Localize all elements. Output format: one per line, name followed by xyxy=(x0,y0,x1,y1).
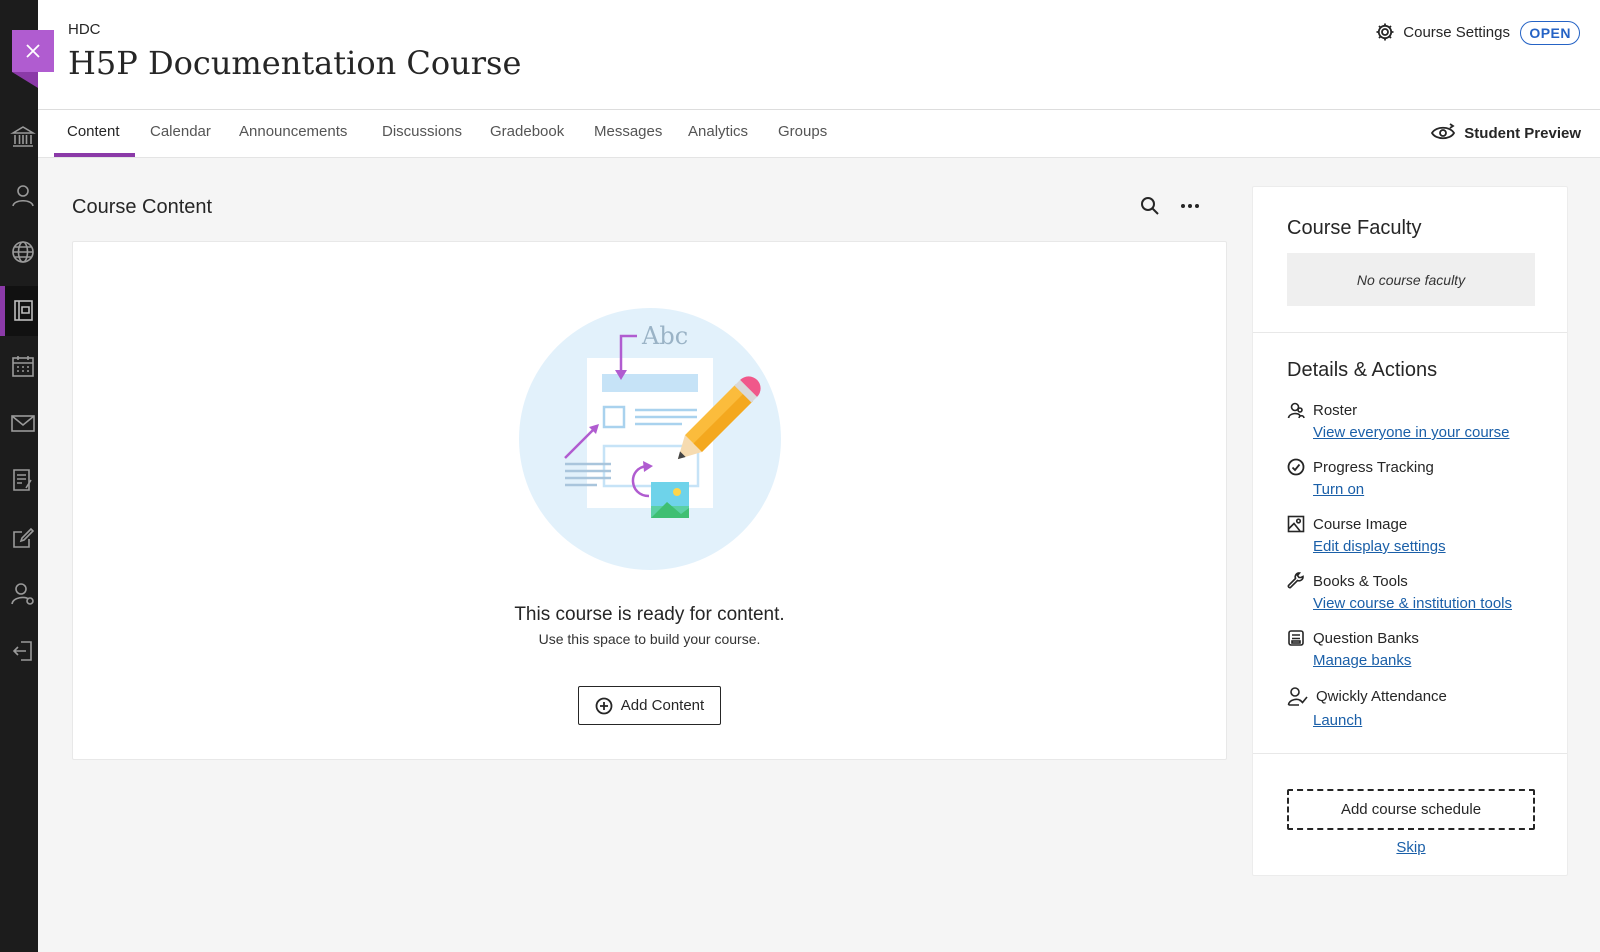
action-label: Progress Tracking xyxy=(1313,458,1434,476)
tab-content[interactable]: Content xyxy=(67,123,120,140)
empty-content-illustration: Abc xyxy=(519,308,781,570)
student-preview-button[interactable]: Student Preview xyxy=(1430,122,1581,144)
details-actions-heading: Details & Actions xyxy=(1287,359,1438,381)
illustration-text: Abc xyxy=(641,322,688,350)
rail-active-indicator xyxy=(0,286,5,336)
roster-icon xyxy=(1287,402,1305,419)
action-question-banks: Question Banks Manage banks xyxy=(1287,629,1557,669)
roster-link[interactable]: View everyone in your course xyxy=(1313,424,1557,441)
wrench-icon xyxy=(1287,572,1304,589)
action-books-tools: Books & Tools View course & institution … xyxy=(1287,572,1557,612)
action-label: Course Image xyxy=(1313,515,1408,533)
course-settings-label: Course Settings xyxy=(1403,23,1510,41)
progress-tracking-link[interactable]: Turn on xyxy=(1313,481,1557,498)
tab-messages[interactable]: Messages xyxy=(594,123,662,140)
course-settings-button[interactable]: Course Settings xyxy=(1375,22,1510,42)
action-progress-tracking: Progress Tracking Turn on xyxy=(1287,458,1557,498)
tools-icon[interactable] xyxy=(8,579,38,609)
close-icon xyxy=(26,44,40,58)
books-tools-link[interactable]: View course & institution tools xyxy=(1313,595,1557,612)
status-badge: OPEN xyxy=(1520,21,1580,45)
course-content-area: Abc This course is ready for content. Us… xyxy=(72,241,1227,760)
tab-groups[interactable]: Groups xyxy=(778,123,827,140)
action-label: Question Banks xyxy=(1313,629,1419,647)
skip-link[interactable]: Skip xyxy=(1253,839,1569,856)
image-icon xyxy=(1287,515,1305,533)
tab-analytics[interactable]: Analytics xyxy=(688,123,748,140)
add-course-schedule-button[interactable]: Add course schedule xyxy=(1287,789,1535,830)
search-icon xyxy=(1141,197,1159,215)
active-tab-indicator xyxy=(54,153,135,157)
action-label: Roster xyxy=(1313,401,1358,419)
faculty-empty-message: No course faculty xyxy=(1287,253,1535,306)
calendar-icon[interactable] xyxy=(8,351,38,381)
close-course-button[interactable] xyxy=(12,30,54,72)
qwickly-attendance-link[interactable]: Launch xyxy=(1313,712,1557,729)
action-course-image: Course Image Edit display settings xyxy=(1287,515,1557,555)
eye-icon xyxy=(1431,123,1456,140)
action-label: Books & Tools xyxy=(1313,572,1408,590)
action-label: Qwickly Attendance xyxy=(1316,688,1447,705)
institution-icon[interactable] xyxy=(8,122,38,152)
left-rail xyxy=(0,0,38,952)
empty-state-subtitle: Use this space to build your course. xyxy=(538,631,761,647)
tab-announcements[interactable]: Announcements xyxy=(239,123,347,140)
tab-calendar[interactable]: Calendar xyxy=(150,123,211,140)
course-title: H5P Documentation Course xyxy=(68,44,522,82)
gear-icon xyxy=(1376,23,1394,41)
sign-out-icon[interactable] xyxy=(8,636,38,666)
plus-circle-icon xyxy=(595,697,613,714)
action-roster: Roster View everyone in your course xyxy=(1287,401,1557,441)
course-code: HDC xyxy=(68,21,101,38)
add-content-button[interactable]: Add Content xyxy=(578,686,721,725)
course-details-panel: Course Faculty No course faculty Details… xyxy=(1252,186,1568,876)
panel-divider xyxy=(1253,753,1567,754)
globe-icon[interactable] xyxy=(8,237,38,267)
course-image-link[interactable]: Edit display settings xyxy=(1313,538,1557,555)
course-header: HDC H5P Documentation Course Course Sett… xyxy=(38,0,1600,110)
question-banks-link[interactable]: Manage banks xyxy=(1313,652,1557,669)
course-faculty-heading: Course Faculty xyxy=(1287,217,1422,239)
courses-icon[interactable] xyxy=(8,295,38,325)
panel-divider xyxy=(1253,332,1567,333)
action-qwickly-attendance: Qwickly Attendance Launch xyxy=(1287,686,1557,729)
close-button-fold xyxy=(12,72,38,88)
profile-icon[interactable] xyxy=(8,180,38,210)
question-bank-icon xyxy=(1288,630,1304,646)
add-content-label: Add Content xyxy=(620,697,705,714)
more-options-button[interactable] xyxy=(1176,192,1204,220)
grades-icon[interactable] xyxy=(8,465,38,495)
attendance-icon xyxy=(1287,687,1308,706)
tab-discussions[interactable]: Discussions xyxy=(382,123,462,140)
edit-icon[interactable] xyxy=(8,523,38,553)
student-preview-label: Student Preview xyxy=(1464,124,1581,142)
messages-icon[interactable] xyxy=(8,408,38,438)
page-title: Course Content xyxy=(72,196,213,218)
check-circle-icon xyxy=(1287,458,1305,476)
tab-gradebook[interactable]: Gradebook xyxy=(490,123,564,140)
more-icon xyxy=(1181,204,1199,208)
search-button[interactable] xyxy=(1136,192,1164,220)
empty-state-title: This course is ready for content. xyxy=(514,604,785,625)
course-tabs: Content Calendar Announcements Discussio… xyxy=(38,110,1600,158)
